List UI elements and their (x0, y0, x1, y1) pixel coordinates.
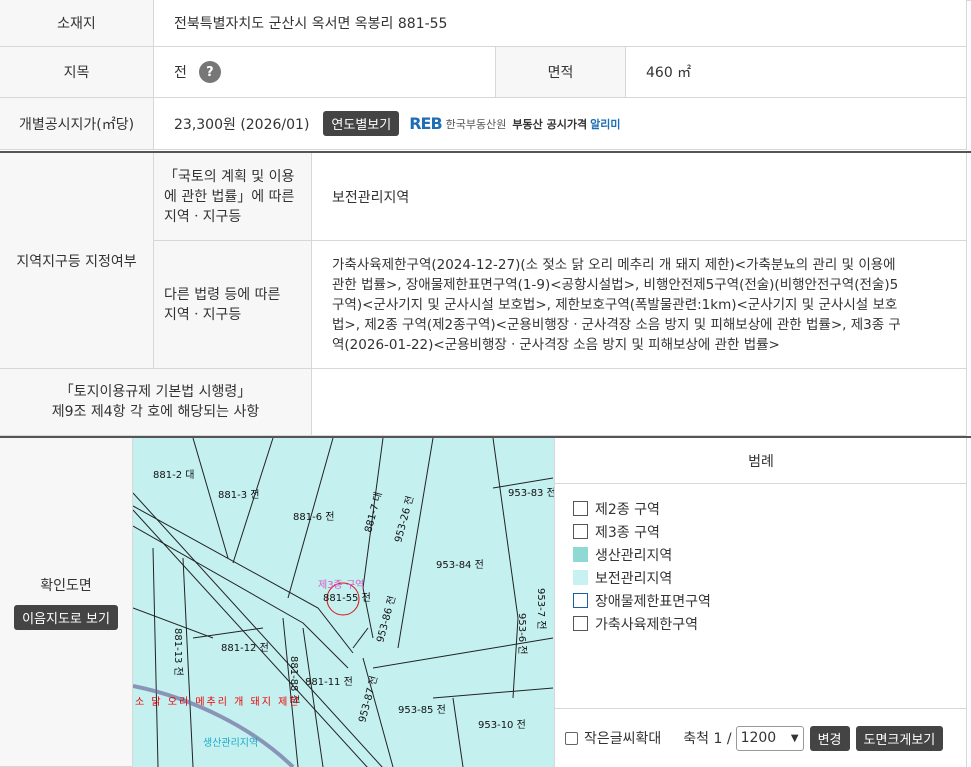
scale-select[interactable]: 1200 ▼ (735, 725, 804, 751)
national-law-label-line1: 「국토의 계획 및 이용 (164, 168, 295, 185)
zoning-label: 지역지구등 지정여부 (0, 153, 154, 369)
legend-swatch (573, 524, 588, 539)
scale-label: 축척 1 / (683, 731, 732, 747)
legend-label: 제3종 구역 (595, 524, 660, 541)
land-category-value: 전 (174, 65, 187, 81)
land-category-cell: 전 ? (154, 47, 496, 98)
parcel-label: 881-11 전 (305, 676, 353, 688)
area-label: 면적 (496, 47, 626, 98)
national-law-label-line3: 지역ㆍ지구등 (164, 208, 242, 225)
legend-label: 보전관리지역 (595, 570, 673, 587)
parcel-label: 953-6 전 (516, 613, 528, 654)
price-cell: 23,300원 (2026/01) 연도별보기 REB 한국부동산원 부동산 공… (154, 98, 967, 150)
reb-alimi-link[interactable]: REB 한국부동산원 부동산 공시가격 알리미 (409, 114, 620, 133)
reb-org-name: 한국부동산원 (445, 117, 507, 131)
legend-item: 생산관리지역 (573, 543, 711, 566)
parcel-map[interactable]: 881-2 대 881-3 전 881-6 전 881-7 대 953-26 전… (133, 438, 554, 767)
yearly-view-button[interactable]: 연도별보기 (323, 111, 400, 136)
legend-item: 제2종 구역 (573, 497, 711, 520)
legend-swatch (573, 501, 588, 516)
help-icon[interactable]: ? (198, 61, 221, 83)
enforcement-label: 「토지이용규제 기본법 시행령」 제9조 제4항 각 호에 해당되는 사항 (0, 369, 312, 436)
parcel-label: 953-7 전 (535, 588, 547, 629)
legend-item: 장애물제한표면구역 (573, 589, 711, 612)
parcel-label: 953-84 전 (436, 559, 484, 571)
other-law-label-line2: 지역ㆍ지구등 (164, 306, 242, 323)
parcel-label: 881-12 전 (221, 642, 269, 654)
reb-alimi-name: 알리미 (590, 117, 621, 131)
enlarge-map-button[interactable]: 도면크게보기 (855, 725, 944, 751)
parcel-label: 953-85 전 (398, 704, 446, 716)
parcel-label: 881-6 전 (293, 511, 334, 523)
scale-value: 1200 (740, 730, 777, 746)
small-text-checkbox[interactable] (565, 731, 578, 745)
national-law-label: 「국토의 계획 및 이용 에 관한 법률」에 따른 지역ㆍ지구등 (154, 153, 312, 241)
location-value: 전북특별자치도 군산시 옥서면 옥봉리 881-55 (154, 0, 967, 47)
other-law-line: 구역)<군사기지 및 군사시설 보호법>, 제한보호구역(폭발물관련:1km)<… (332, 296, 898, 313)
parcel-label: 881-13 전 (172, 628, 184, 676)
parcel-label: 881-55 전 (323, 592, 371, 604)
national-law-label-line2: 에 관한 법률」에 따른 (164, 188, 295, 205)
land-category-label: 지목 (0, 47, 154, 98)
legend-item: 가축사육제한구역 (573, 612, 711, 635)
price-label: 개별공시지가(㎡당) (0, 98, 154, 150)
other-law-label: 다른 법령 등에 따른 지역ㆍ지구등 (154, 241, 312, 369)
price-value: 23,300원 (2026/01) (174, 116, 310, 133)
zone-overlay-label: 제3종 구역 (318, 579, 364, 591)
legend-swatch (573, 616, 588, 631)
legend-swatch (573, 547, 588, 562)
enforcement-label-line1: 「토지이용규제 기본법 시행령」 (59, 384, 252, 400)
small-text-label: 작은글씨확대 (584, 731, 662, 747)
legend-label: 제2종 구역 (595, 501, 660, 518)
national-law-value: 보전관리지역 (312, 153, 967, 241)
change-scale-button[interactable]: 변경 (809, 725, 850, 751)
restriction-overlay-label: 소 닭 오리 메추리 개 돼지 제한 (135, 696, 300, 708)
other-law-line: 법>, 제2종 구역(제2종구역)<군용비행장ㆍ군사격장 소음 방지 및 피해보… (332, 316, 901, 333)
eum-map-button[interactable]: 이음지도로 보기 (14, 604, 118, 630)
legend-label: 장애물제한표면구역 (595, 593, 711, 610)
legend-title: 범례 (555, 438, 967, 484)
other-law-line: 역(2026-01-22)<군용비행장ㆍ군사격장 소음 방지 및 피해보상에 관… (332, 336, 780, 353)
map-label-text: 확인도면 (40, 577, 92, 594)
parcel-map-svg: 881-2 대 881-3 전 881-6 전 881-7 대 953-26 전… (133, 438, 554, 767)
legend-label: 가축사육제한구역 (595, 616, 699, 633)
other-law-line: 관한 법률>, 장애물제한표면구역(1-9)<공항시설법>, 비행안전제5구역(… (332, 276, 899, 293)
legend-item: 제3종 구역 (573, 520, 711, 543)
legend-list: 제2종 구역 제3종 구역 생산관리지역 보전관리지역 장애물제한표면구역 가축… (573, 497, 711, 635)
parcel-label: 881-2 대 (153, 469, 194, 481)
parcel-label: 881-3 전 (218, 489, 259, 501)
legend-item: 보전관리지역 (573, 566, 711, 589)
chevron-down-icon: ▼ (790, 732, 799, 744)
legend-label: 생산관리지역 (595, 547, 673, 564)
parcel-label: 953-83 전 (508, 487, 554, 499)
other-law-value: 가축사육제한구역(2024-12-27)(소 젖소 닭 오리 메추리 개 돼지 … (312, 241, 967, 369)
reb-logo-icon: REB (409, 114, 442, 133)
location-label: 소재지 (0, 0, 154, 47)
legend-swatch (573, 570, 588, 585)
other-law-line: 가축사육제한구역(2024-12-27)(소 젖소 닭 오리 메추리 개 돼지 … (332, 256, 896, 273)
other-law-label-line1: 다른 법령 등에 따른 (164, 286, 281, 303)
enforcement-value (312, 369, 967, 436)
area-value: 460 ㎡ (626, 47, 967, 98)
legend-swatch (573, 593, 588, 608)
parcel-label: 953-10 전 (478, 719, 526, 731)
enforcement-label-line2: 제9조 제4항 각 호에 해당되는 사항 (51, 404, 260, 420)
reb-service-name: 부동산 공시가격 (512, 117, 588, 131)
zone-name-overlay-label: 생산관리지역 (203, 737, 258, 749)
map-controls: 작은글씨확대 축척 1 / 1200 ▼ 변경 도면크게보기 (555, 708, 967, 767)
map-section-label: 확인도면 이음지도로 보기 (0, 438, 133, 767)
